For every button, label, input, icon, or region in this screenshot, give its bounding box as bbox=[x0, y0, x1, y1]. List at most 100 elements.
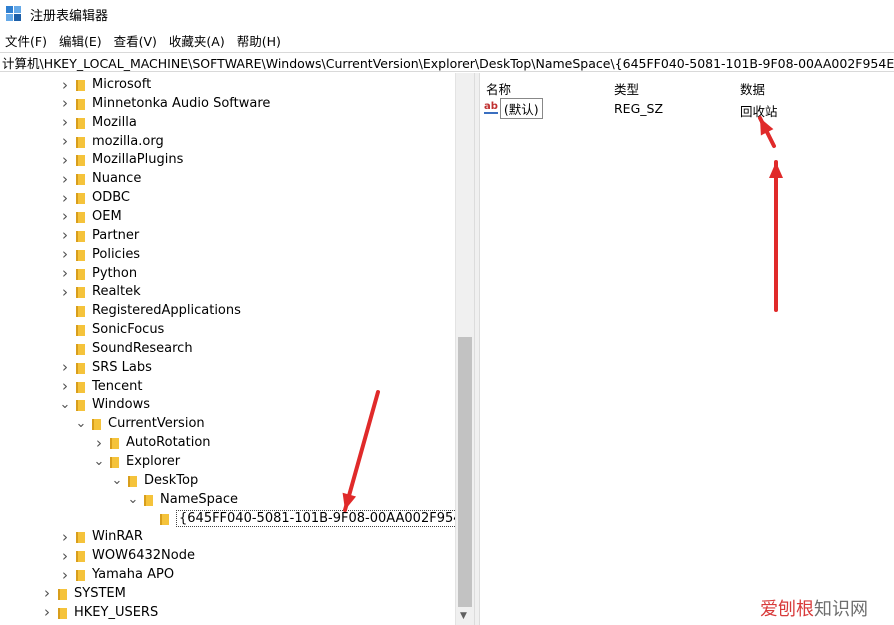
folder-icon bbox=[75, 398, 85, 412]
folder-icon bbox=[57, 606, 67, 619]
chevron-right-icon[interactable]: › bbox=[58, 76, 72, 94]
folder-icon bbox=[75, 285, 85, 299]
chevron-right-icon[interactable]: › bbox=[58, 94, 72, 112]
folder-icon bbox=[75, 342, 85, 355]
folder-icon bbox=[75, 191, 85, 205]
tree-item[interactable]: {645FF040-5081-101B-9F08-00AA002F954E} bbox=[142, 509, 474, 528]
chevron-right-icon[interactable]: › bbox=[58, 132, 72, 150]
chevron-right-icon[interactable]: › bbox=[40, 603, 54, 621]
tree-item[interactable]: › SRS Labs bbox=[58, 358, 152, 377]
chevron-right-icon[interactable]: › bbox=[58, 207, 72, 225]
folder-icon bbox=[75, 135, 85, 148]
key-tree: › Microsoft › Minnetonka Audio Software › Moz… bbox=[0, 73, 474, 625]
chevron-right-icon[interactable]: › bbox=[58, 170, 72, 188]
menu-file[interactable]: 文件(F) bbox=[0, 31, 52, 50]
folder-icon bbox=[75, 568, 85, 582]
tree-scrollbar[interactable]: ▼ bbox=[455, 73, 474, 625]
folder-icon bbox=[159, 512, 169, 525]
tree-item[interactable]: › WinRAR bbox=[58, 527, 143, 546]
chevron-down-icon[interactable]: ⌄ bbox=[110, 473, 124, 488]
menu-view[interactable]: 查看(V) bbox=[109, 31, 162, 50]
chevron-right-icon[interactable]: › bbox=[58, 547, 72, 565]
chevron-right-icon[interactable]: › bbox=[58, 566, 72, 584]
string-value-icon: ab bbox=[484, 101, 498, 114]
tree-item[interactable]: › Policies bbox=[58, 245, 140, 264]
tree-item[interactable]: ⌄ NameSpace bbox=[126, 490, 238, 509]
chevron-down-icon[interactable]: ⌄ bbox=[74, 416, 88, 431]
folder-icon bbox=[75, 97, 85, 110]
menu-favorites[interactable]: 收藏夹(A) bbox=[164, 31, 230, 50]
chevron-right-icon[interactable]: › bbox=[92, 434, 106, 452]
tree-item-label: OEM bbox=[92, 208, 122, 224]
menu-bar: 文件(F) 编辑(E) 查看(V) 收藏夹(A) 帮助(H) bbox=[0, 30, 894, 50]
tree-item[interactable]: ⌄ Explorer bbox=[92, 452, 181, 471]
value-row[interactable]: ab (默认) bbox=[484, 97, 543, 119]
tree-item[interactable]: › Microsoft bbox=[58, 75, 151, 94]
tree-item[interactable]: › Yamaha APO bbox=[58, 565, 174, 584]
tree-item[interactable]: ⌄ DeskTop bbox=[110, 471, 199, 490]
chevron-right-icon[interactable]: › bbox=[58, 151, 72, 169]
menu-edit[interactable]: 编辑(E) bbox=[54, 31, 107, 50]
tree-item-label: ODBC bbox=[92, 190, 131, 206]
folder-icon bbox=[75, 361, 85, 374]
tree-item[interactable]: ⌄ Windows bbox=[58, 395, 150, 414]
chevron-right-icon[interactable]: › bbox=[58, 377, 72, 395]
tree-item[interactable]: RegisteredApplications bbox=[58, 301, 241, 320]
tree-item[interactable]: SonicFocus bbox=[58, 320, 164, 339]
tree-item[interactable]: › OEM bbox=[58, 207, 122, 226]
value-data: 回收站 bbox=[740, 104, 778, 119]
tree-item-label: SonicFocus bbox=[92, 322, 165, 338]
tree-item-label: {645FF040-5081-101B-9F08-00AA002F954E} bbox=[176, 509, 474, 527]
registry-editor-icon bbox=[6, 6, 22, 22]
scroll-down-icon[interactable]: ▼ bbox=[460, 611, 467, 621]
scrollbar-thumb[interactable] bbox=[458, 337, 472, 607]
chevron-right-icon[interactable]: › bbox=[58, 264, 72, 282]
tree-item[interactable]: › mozilla.org bbox=[58, 132, 164, 151]
chevron-right-icon[interactable]: › bbox=[58, 358, 72, 376]
tree-item-label: SYSTEM bbox=[74, 585, 126, 601]
tree-item[interactable]: › WOW6432Node bbox=[58, 546, 195, 565]
tree-item[interactable]: › MozillaPlugins bbox=[58, 150, 183, 169]
chevron-right-icon[interactable]: › bbox=[58, 528, 72, 546]
column-type-header[interactable]: 类型 bbox=[614, 79, 639, 98]
chevron-down-icon[interactable]: ⌄ bbox=[126, 492, 140, 507]
tree-item[interactable]: ⌄ CurrentVersion bbox=[74, 414, 205, 433]
chevron-right-icon[interactable]: › bbox=[58, 226, 72, 244]
tree-item[interactable]: › Python bbox=[58, 264, 137, 283]
tree-item[interactable]: › ODBC bbox=[58, 188, 130, 207]
chevron-right-icon[interactable]: › bbox=[40, 584, 54, 602]
chevron-down-icon[interactable]: ⌄ bbox=[58, 397, 72, 412]
tree-item[interactable]: › SYSTEM bbox=[40, 584, 126, 603]
tree-item[interactable]: › Partner bbox=[58, 226, 139, 245]
chevron-right-icon[interactable]: › bbox=[58, 283, 72, 301]
chevron-down-icon[interactable]: ⌄ bbox=[92, 454, 106, 469]
tree-item[interactable]: › HKEY_USERS bbox=[40, 603, 158, 622]
tree-item[interactable]: SoundResearch bbox=[58, 339, 193, 358]
tree-item-label: RegisteredApplications bbox=[92, 303, 241, 319]
address-bar[interactable]: 计算机\HKEY_LOCAL_MACHINE\SOFTWARE\Windows\… bbox=[0, 52, 894, 72]
tree-item-label: Windows bbox=[92, 397, 151, 413]
column-name-header[interactable]: 名称 bbox=[486, 79, 511, 98]
tree-item[interactable]: › Nuance bbox=[58, 169, 141, 188]
folder-icon bbox=[75, 210, 85, 223]
value-name: (默认) bbox=[499, 97, 543, 119]
tree-item-label: AutoRotation bbox=[126, 435, 211, 451]
tree-item-label: Microsoft bbox=[92, 77, 152, 92]
folder-icon bbox=[75, 323, 85, 337]
tree-item-label: Tencent bbox=[92, 378, 143, 394]
folder-icon bbox=[75, 153, 85, 167]
column-data-header[interactable]: 数据 bbox=[740, 79, 765, 98]
menu-help[interactable]: 帮助(H) bbox=[232, 31, 286, 50]
watermark: 爱刨根 知识网 bbox=[760, 595, 868, 621]
tree-item-label: MozillaPlugins bbox=[92, 152, 184, 168]
tree-item[interactable]: › AutoRotation bbox=[92, 433, 211, 452]
tree-item[interactable]: › Mozilla bbox=[58, 113, 137, 132]
chevron-right-icon[interactable]: › bbox=[58, 245, 72, 263]
tree-item[interactable]: › Tencent bbox=[58, 377, 142, 396]
tree-item[interactable]: › Minnetonka Audio Software bbox=[58, 94, 270, 113]
folder-icon bbox=[75, 380, 85, 393]
tree-item[interactable]: › Realtek bbox=[58, 282, 141, 301]
folder-icon bbox=[75, 267, 85, 280]
chevron-right-icon[interactable]: › bbox=[58, 189, 72, 207]
chevron-right-icon[interactable]: › bbox=[58, 113, 72, 131]
